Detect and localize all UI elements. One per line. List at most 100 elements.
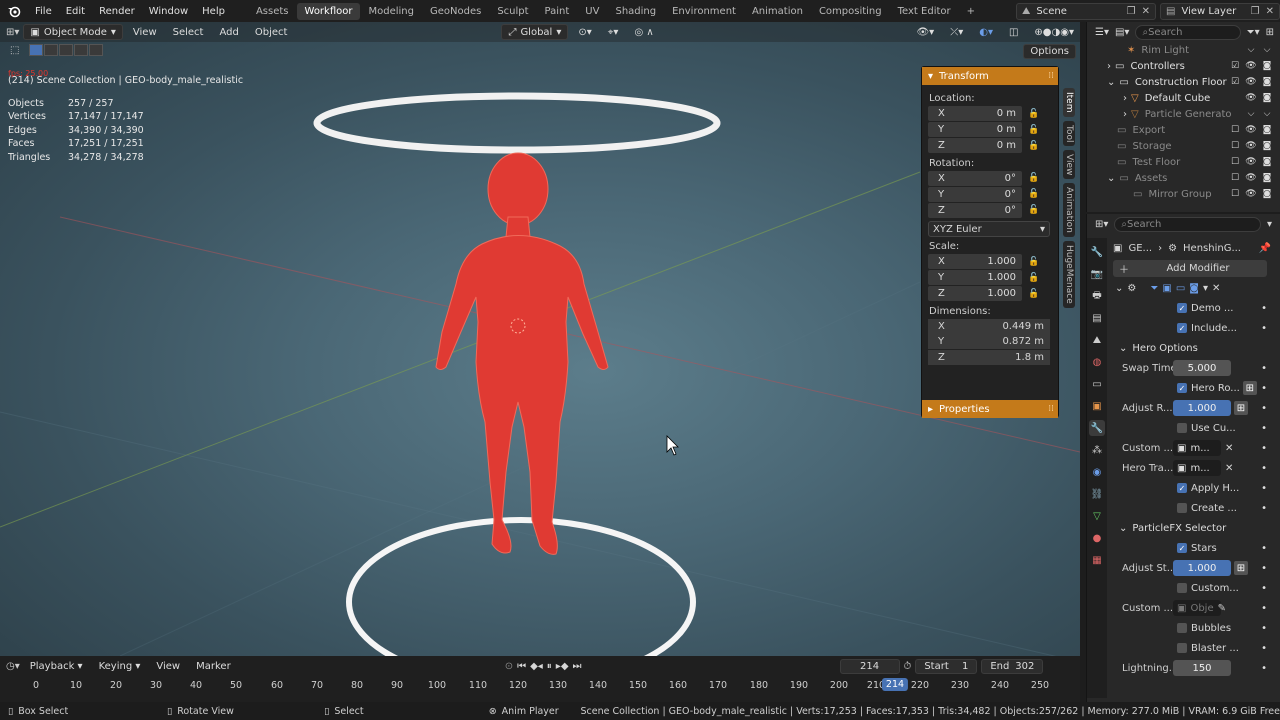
custom-object-field[interactable]: ▣ m... — [1173, 440, 1221, 456]
xray-icon[interactable]: ◫ — [1003, 27, 1024, 38]
outliner-item-default-cube[interactable]: › ▽ Default Cube 👁 ◙ — [1087, 90, 1280, 106]
gizmo-icon[interactable]: ⤫▾ — [944, 27, 969, 38]
jump-keyframe-forward-icon[interactable]: ▸◆ — [556, 661, 569, 672]
sidebar-tab-hugemenace[interactable]: HugeMenace — [1063, 241, 1075, 308]
visibility-icon[interactable]: 👁▾ — [910, 27, 940, 38]
rotation-z-field[interactable]: Z 0° — [928, 202, 1022, 218]
sidebar-tab-tool[interactable]: Tool — [1063, 120, 1075, 146]
checkbox-icon[interactable]: ☐ — [1230, 125, 1240, 135]
eye-icon[interactable]: 👁 — [1245, 141, 1256, 151]
select-tool-icon[interactable]: ⬚ — [10, 45, 19, 56]
editor-type-icon[interactable]: ⊞▾ — [6, 27, 19, 38]
grid-icon[interactable]: ⊞ — [1234, 401, 1248, 415]
keyframe-dot-icon[interactable]: • — [1261, 383, 1267, 394]
camera-icon[interactable]: ◙ — [1262, 189, 1272, 199]
workspace-tab-geonodes[interactable]: GeoNodes — [422, 3, 489, 20]
close-icon[interactable]: ✕ — [1225, 463, 1233, 474]
menu-file[interactable]: File — [28, 6, 59, 17]
add-modifier-button[interactable]: ＋ Add Modifier — [1113, 259, 1267, 277]
pause-icon[interactable]: ⏸ — [547, 661, 552, 672]
timeline-menu-marker[interactable]: Marker — [190, 661, 237, 672]
camera-icon[interactable]: ◙ — [1262, 157, 1272, 167]
options-button[interactable]: Options — [1023, 44, 1076, 59]
modifier-tab-icon[interactable]: 🔧 — [1089, 420, 1105, 436]
eye-icon[interactable]: 👁 — [1245, 189, 1256, 199]
outliner-item-storage[interactable]: ▭ Storage ☐ 👁 ◙ — [1087, 138, 1280, 154]
copy-view-layer-icon[interactable]: ❐ — [1251, 6, 1260, 17]
swap-time-field[interactable]: 5.000 — [1173, 360, 1231, 376]
eye-icon[interactable]: 👁 — [1245, 173, 1256, 183]
select-intersect-icon[interactable] — [74, 44, 89, 56]
keyframe-dot-icon[interactable]: • — [1261, 463, 1267, 474]
chevron-down-icon[interactable]: ⌵ — [1262, 109, 1272, 119]
keyframe-dot-icon[interactable]: • — [1261, 583, 1267, 594]
outliner-item-construction-floor[interactable]: ⌄ ▭ Construction Floor ☑ 👁 ◙ — [1087, 74, 1280, 90]
lock-icon[interactable]: 🔓 — [1028, 109, 1042, 119]
viewport-display-icon[interactable]: ▭ — [1176, 283, 1185, 294]
display-mode-icon[interactable]: ▤▾ — [1115, 27, 1129, 38]
transform-orientation-selector[interactable]: ⤢ Global ▾ — [501, 24, 569, 40]
sidebar-tab-animation[interactable]: Animation — [1063, 183, 1075, 238]
grid-icon[interactable]: ⊞ — [1242, 381, 1257, 395]
transform-panel-header[interactable]: ▾ Transform ⁞⁞ — [922, 67, 1058, 85]
demo-checkbox-row[interactable]: ✓ Demo ... • — [1113, 298, 1277, 318]
keyframe-dot-icon[interactable]: • — [1261, 603, 1267, 614]
scale-z-field[interactable]: Z 1.000 — [928, 286, 1022, 302]
outliner-item-assets[interactable]: ⌄ ▭ Assets ☐ 👁 ◙ — [1087, 170, 1280, 186]
keyframe-dot-icon[interactable]: • — [1261, 543, 1267, 554]
sidebar-tab-view[interactable]: View — [1063, 149, 1075, 180]
workspace-tab-workfloor[interactable]: Workfloor — [296, 2, 361, 20]
select-extend-icon[interactable] — [44, 44, 59, 56]
view-layer-selector[interactable]: ▤ View Layer ❐ ✕ — [1160, 2, 1280, 20]
preview-range-icon[interactable]: ⏱ — [904, 661, 912, 672]
workspace-tab-sculpt[interactable]: Sculpt — [489, 3, 536, 20]
checkbox-icon[interactable] — [1177, 583, 1187, 593]
dimension-x-field[interactable]: X 0.449 m — [928, 318, 1050, 334]
edit-mode-icon[interactable]: ▣ — [1162, 283, 1171, 294]
keyframe-dot-icon[interactable]: • — [1261, 323, 1267, 334]
menu-render[interactable]: Render — [92, 6, 142, 17]
outliner-item-test-floor[interactable]: ▭ Test Floor ☐ 👁 ◙ — [1087, 154, 1280, 170]
outliner-editor-type-icon[interactable]: ☰▾ — [1095, 27, 1109, 38]
checkbox-icon[interactable] — [1177, 643, 1187, 653]
jump-end-icon[interactable]: ⏭ — [573, 661, 582, 672]
proportional-edit-icon[interactable]: ◎ ∧ — [628, 27, 659, 38]
world-tab-icon[interactable]: ◍ — [1089, 354, 1105, 370]
constraints-tab-icon[interactable]: ⛓ — [1089, 486, 1105, 502]
keyframe-dot-icon[interactable]: • — [1261, 503, 1267, 514]
workspace-tab-text-editor[interactable]: Text Editor — [890, 3, 959, 20]
checkbox-icon[interactable]: ☐ — [1230, 141, 1240, 151]
checkbox-icon[interactable]: ✓ — [1177, 323, 1187, 333]
location-y-field[interactable]: Y0 m — [928, 122, 1022, 138]
camera-icon[interactable]: ◙ — [1262, 141, 1272, 151]
playhead-frame-indicator[interactable]: 214 — [881, 678, 909, 691]
texture-tab-icon[interactable]: ▦ — [1089, 552, 1105, 568]
create-checkbox-row[interactable]: Create ... • — [1113, 498, 1277, 518]
chevron-down-icon[interactable]: ⌄ — [1115, 283, 1123, 294]
keyframe-dot-icon[interactable]: • — [1261, 483, 1267, 494]
outliner-item-mirror-group[interactable]: ▭ Mirror Group ☐ 👁 ◙ — [1087, 186, 1280, 202]
checkbox-icon[interactable] — [1177, 623, 1187, 633]
jump-keyframe-back-icon[interactable]: ◆◂ — [530, 661, 543, 672]
lock-icon[interactable]: 🔓 — [1028, 173, 1042, 183]
workspace-tab-paint[interactable]: Paint — [537, 3, 578, 20]
filter-icon[interactable]: ⏷▾ — [1247, 27, 1260, 38]
keyframe-dot-icon[interactable]: • — [1261, 303, 1267, 314]
physics-tab-icon[interactable]: ◉ — [1089, 464, 1105, 480]
overlay-icon[interactable]: ◐▾ — [973, 27, 999, 38]
location-x-field[interactable]: X0 m — [928, 106, 1022, 122]
custom3-object-field[interactable]: ▣ Obje ✎ — [1173, 600, 1226, 616]
apply-h-checkbox-row[interactable]: ✓ Apply H... • — [1113, 478, 1277, 498]
add-workspace-button[interactable]: + — [959, 3, 983, 20]
checkbox-icon[interactable]: ✓ — [1177, 303, 1187, 313]
viewport-menu-object[interactable]: Object — [249, 27, 294, 38]
checkbox-icon[interactable] — [1177, 423, 1187, 433]
timeline-menu-playback[interactable]: Playback ▾ — [24, 661, 89, 672]
timeline-editor-type-icon[interactable]: ◷▾ — [6, 661, 20, 672]
outliner-item-controllers[interactable]: › ▭ Controllers ☑ 👁 ◙ — [1087, 58, 1280, 74]
particles-tab-icon[interactable]: ⁂ — [1089, 442, 1105, 458]
checkbox-icon[interactable]: ☐ — [1230, 189, 1240, 199]
checkbox-icon[interactable]: ☑ — [1230, 61, 1240, 71]
camera-icon[interactable]: ◙ — [1262, 77, 1272, 87]
workspace-tab-uv[interactable]: UV — [577, 3, 607, 20]
